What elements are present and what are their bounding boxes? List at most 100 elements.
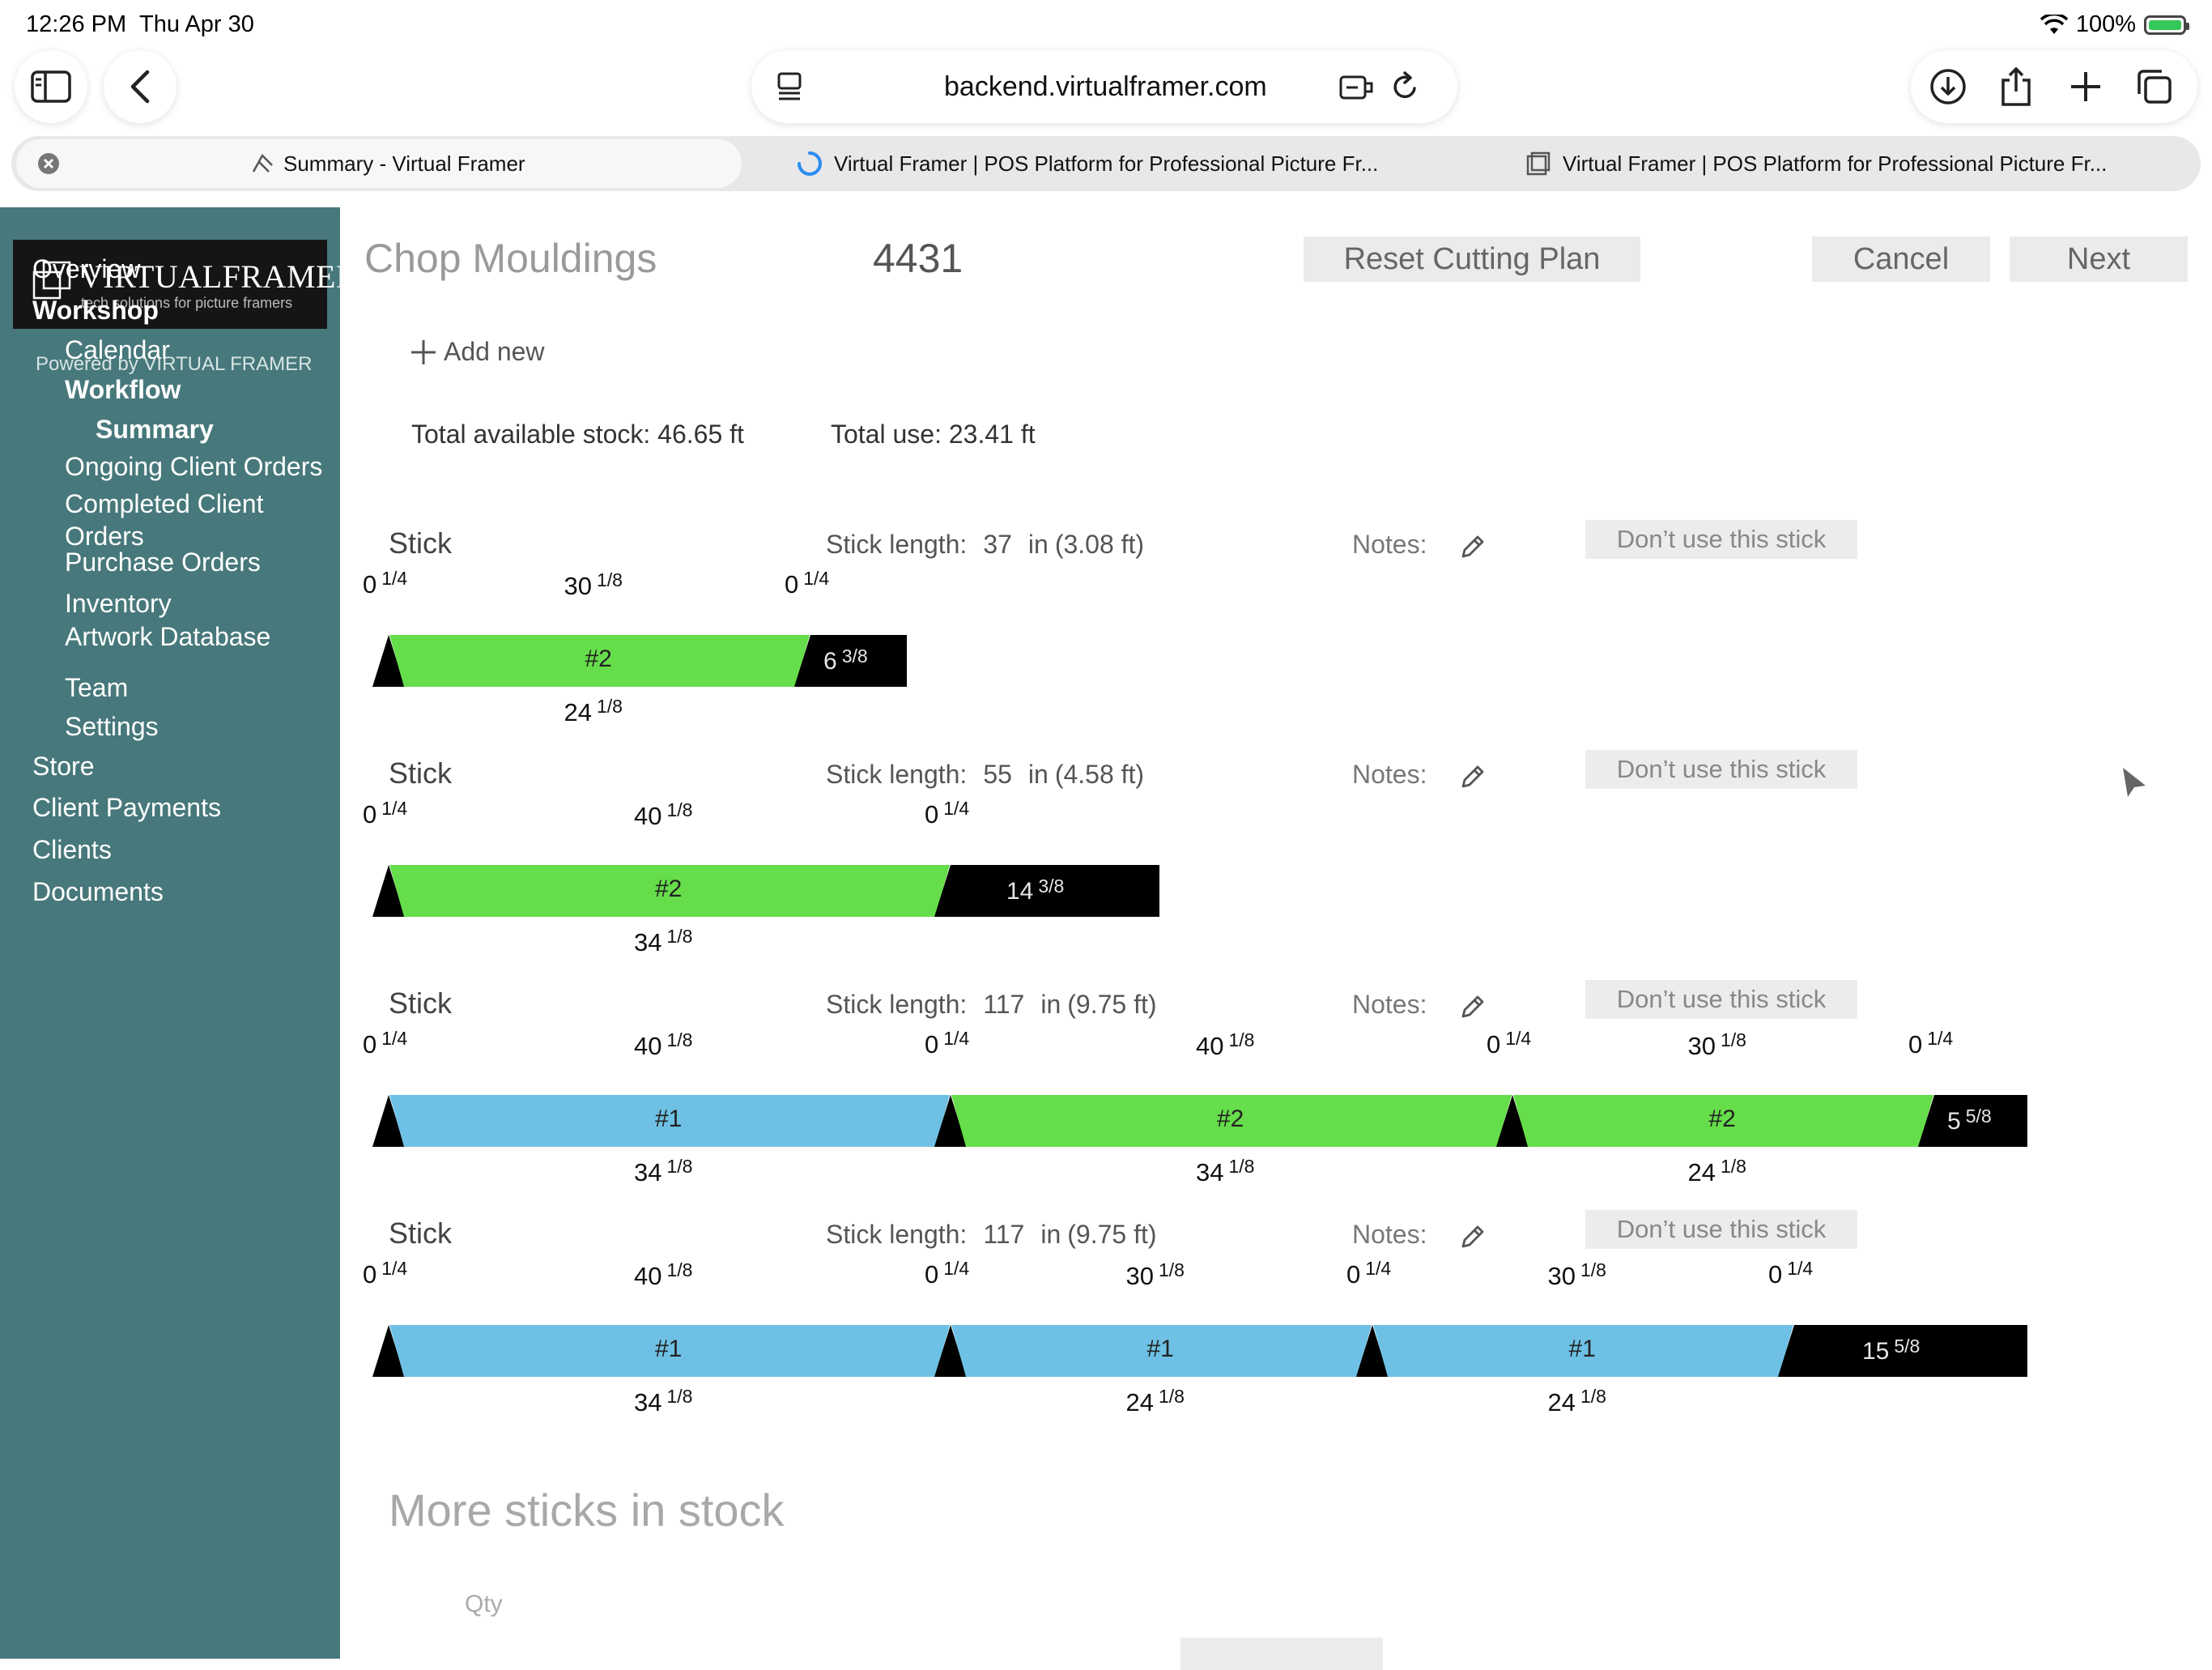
sidebar-item-ongoing-client-orders[interactable]: Ongoing Client Orders bbox=[65, 450, 322, 483]
piece-length-top: 30 1/8 bbox=[564, 569, 623, 601]
edit-notes-pencil-icon[interactable] bbox=[1459, 763, 1487, 790]
sidebar-item-completed-client-orders[interactable]: Completed Client Orders bbox=[65, 488, 308, 552]
piece-length-bottom-fraction: 1/8 bbox=[1720, 1156, 1746, 1177]
add-new-button[interactable]: Add new bbox=[410, 337, 545, 367]
sidebar-item-clients[interactable]: Clients bbox=[32, 833, 112, 866]
kerf-label: 0 1/4 bbox=[363, 1258, 408, 1289]
waste-length-label-fraction: 5/8 bbox=[1894, 1336, 1921, 1357]
tab-overview-icon[interactable] bbox=[2136, 68, 2173, 105]
piece-length-top-whole: 30 bbox=[1547, 1262, 1576, 1290]
stick-length-value: 37 bbox=[983, 530, 1012, 559]
sidebar-item-summary[interactable]: Summary bbox=[96, 413, 214, 445]
sidebar-item-team[interactable]: Team bbox=[65, 671, 128, 704]
reset-cutting-plan-button[interactable]: Reset Cutting Plan bbox=[1304, 236, 1640, 282]
piece-length-top-fraction: 1/8 bbox=[1720, 1029, 1746, 1050]
battery-icon bbox=[2144, 15, 2189, 35]
kerf-label-whole: 0 bbox=[1487, 1030, 1501, 1059]
piece-length-top-fraction: 1/8 bbox=[666, 1029, 693, 1050]
cutting-plan-bar bbox=[372, 1325, 2027, 1377]
dont-use-stick-button[interactable]: Don’t use this stick bbox=[1585, 520, 1857, 559]
total-available-stock: Total available stock: 46.65 ft bbox=[411, 420, 744, 449]
add-new-label: Add new bbox=[444, 337, 545, 366]
sidebar-item-documents[interactable]: Documents bbox=[32, 875, 164, 908]
new-tab-icon[interactable] bbox=[2069, 70, 2102, 103]
address-bar[interactable]: backend.virtualframer.com bbox=[751, 50, 1457, 123]
waste-length-label: 6 3/8 bbox=[823, 645, 868, 675]
kerf-label-fraction: 1/4 bbox=[381, 1258, 408, 1279]
waste-length-label-whole: 14 bbox=[1006, 878, 1034, 905]
kerf-label: 0 1/4 bbox=[363, 1028, 407, 1059]
piece-length-top-fraction: 1/8 bbox=[1228, 1029, 1255, 1050]
kerf-label: 0 1/4 bbox=[363, 798, 407, 829]
piece-id-label: #1 bbox=[655, 1106, 683, 1132]
piece-length-top-fraction: 1/8 bbox=[596, 569, 623, 590]
end-kerf-label-whole: 0 bbox=[925, 800, 939, 829]
sidebar-toggle-button[interactable] bbox=[15, 50, 87, 123]
waste-length-label: 14 3/8 bbox=[1006, 875, 1064, 905]
tab-virtual-framer-1[interactable]: Virtual Framer | POS Platform for Profes… bbox=[797, 136, 1461, 191]
piece-length-top: 40 1/8 bbox=[634, 799, 692, 831]
end-kerf-label: 0 1/4 bbox=[925, 798, 969, 829]
kerf-label: 0 1/4 bbox=[925, 1258, 969, 1289]
piece-length-bottom: 24 1/8 bbox=[1126, 1386, 1185, 1417]
download-icon[interactable] bbox=[1929, 67, 1967, 106]
piece-length-top-whole: 30 bbox=[564, 572, 592, 600]
share-icon[interactable] bbox=[2000, 66, 2032, 108]
page-menu-icon bbox=[777, 72, 802, 100]
waste-length-label-whole: 5 bbox=[1947, 1108, 1961, 1135]
waste-length-label: 15 5/8 bbox=[1862, 1336, 1921, 1365]
piece-length-bottom: 34 1/8 bbox=[1196, 1156, 1255, 1187]
dont-use-stock-button-partial[interactable] bbox=[1180, 1638, 1383, 1670]
reload-icon[interactable] bbox=[1389, 70, 1421, 103]
piece-length-top-fraction: 1/8 bbox=[1158, 1259, 1185, 1280]
piece-length-bottom-fraction: 1/8 bbox=[666, 926, 693, 947]
status-time: 12:26 PM bbox=[26, 11, 127, 37]
piece-length-bottom-fraction: 1/8 bbox=[1580, 1386, 1606, 1407]
tab-summary[interactable]: Summary - Virtual Framer bbox=[16, 139, 742, 188]
piece-length-bottom-whole: 24 bbox=[1687, 1158, 1716, 1186]
cursor-arrow-icon bbox=[2123, 768, 2146, 797]
piece-length-bottom: 24 1/8 bbox=[1687, 1156, 1746, 1187]
next-button[interactable]: Next bbox=[2010, 236, 2188, 282]
kerf-label-fraction: 1/4 bbox=[1505, 1028, 1532, 1049]
waste-length-label-fraction: 3/8 bbox=[841, 645, 868, 667]
kerf-label: 0 1/4 bbox=[363, 568, 408, 599]
url-text: backend.virtualframer.com bbox=[944, 70, 1267, 102]
battery-percent: 100% bbox=[2075, 11, 2136, 37]
sidebar-item-calendar[interactable]: Calendar bbox=[65, 334, 170, 366]
cancel-button[interactable]: Cancel bbox=[1812, 236, 1990, 282]
sidebar-item-settings[interactable]: Settings bbox=[65, 710, 159, 743]
sidebar-item-inventory[interactable]: Inventory bbox=[65, 587, 172, 620]
close-tab-icon[interactable] bbox=[37, 152, 60, 175]
piece-id-label: #2 bbox=[655, 875, 683, 902]
piece-id-label: #2 bbox=[1217, 1106, 1244, 1132]
tab-title: Virtual Framer | POS Platform for Profes… bbox=[1563, 151, 2108, 176]
sidebar-item-client-payments[interactable]: Client Payments bbox=[32, 791, 221, 824]
kerf-label-fraction: 1/4 bbox=[381, 568, 408, 589]
waste-length-label: 5 5/8 bbox=[1947, 1106, 1992, 1135]
kerf-label-whole: 0 bbox=[363, 570, 377, 599]
sidebar-item-artwork-database[interactable]: Artwork Database bbox=[65, 620, 308, 653]
end-kerf-label: 0 1/4 bbox=[785, 568, 830, 599]
sidebar-item-purchase-orders[interactable]: Purchase Orders bbox=[65, 546, 261, 578]
piece-length-bottom-fraction: 1/8 bbox=[1158, 1386, 1185, 1407]
dont-use-stick-button[interactable]: Don’t use this stick bbox=[1585, 750, 1857, 789]
wifi-icon bbox=[2040, 14, 2068, 34]
back-button[interactable] bbox=[104, 50, 177, 123]
tab-virtual-framer-2[interactable]: Virtual Framer | POS Platform for Profes… bbox=[1525, 136, 2189, 191]
piece-id-label: #1 bbox=[655, 1336, 683, 1362]
piece-id-label: #1 bbox=[1568, 1336, 1596, 1362]
sidebar-item-workflow[interactable]: Workflow bbox=[65, 373, 181, 406]
piece-length-bottom-whole: 34 bbox=[634, 1388, 662, 1417]
loading-icon bbox=[798, 151, 822, 176]
edit-notes-pencil-icon[interactable] bbox=[1459, 533, 1487, 560]
piece-length-bottom-fraction: 1/8 bbox=[1228, 1156, 1255, 1177]
piece-length-top: 30 1/8 bbox=[1126, 1259, 1185, 1291]
waste-length-label-whole: 6 bbox=[823, 648, 837, 675]
sidebar-item-store[interactable]: Store bbox=[32, 750, 94, 782]
piece-length-bottom-fraction: 1/8 bbox=[666, 1156, 693, 1177]
sidebar-item-overview[interactable]: Overview bbox=[32, 253, 140, 285]
end-kerf-label-fraction: 1/4 bbox=[1787, 1258, 1814, 1279]
sidebar-item-workshop[interactable]: Workshop bbox=[32, 294, 159, 326]
end-kerf-label-fraction: 1/4 bbox=[803, 568, 830, 589]
